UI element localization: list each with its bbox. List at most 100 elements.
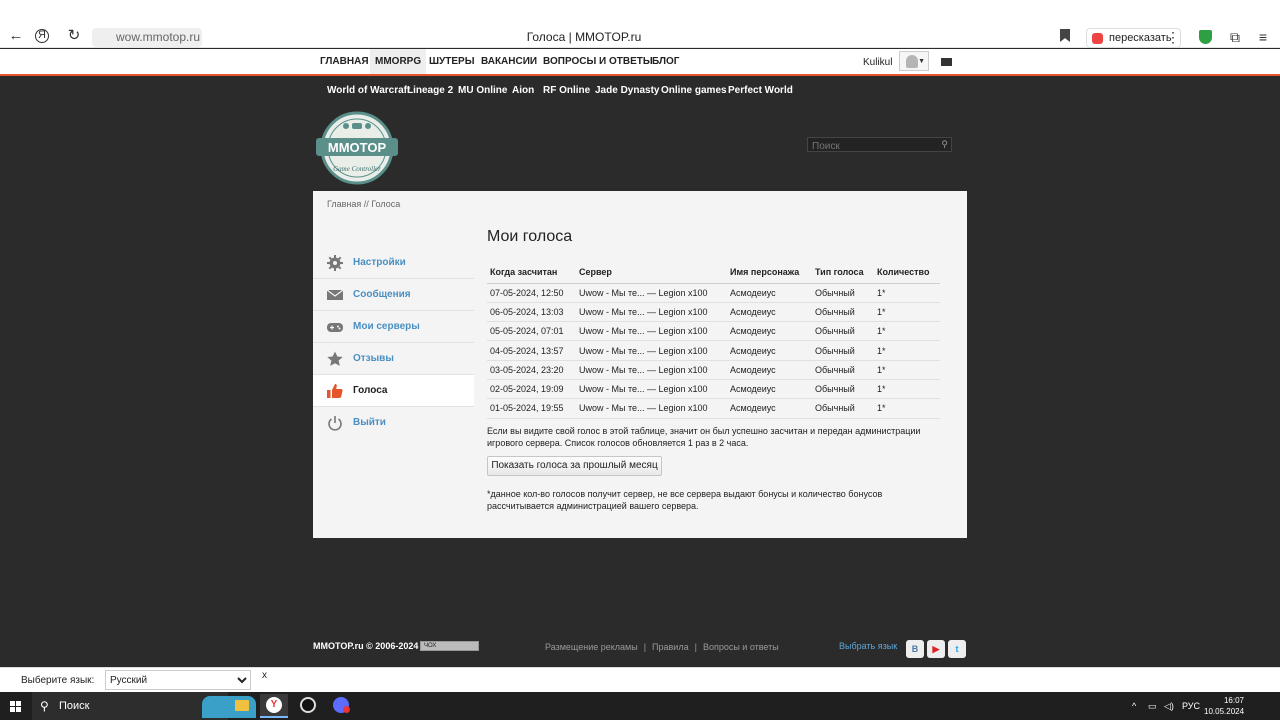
sidebar-item-my-servers[interactable]: Мои серверы <box>313 311 474 343</box>
vote-character: Асмодеиус <box>727 302 812 323</box>
show-last-month-button[interactable]: Показать голоса за прошлый месяц <box>487 456 662 476</box>
game-link-aion[interactable]: Aion <box>512 85 534 96</box>
page-title: Мои голоса <box>487 228 573 245</box>
game-link-mu-online[interactable]: MU Online <box>458 85 507 96</box>
vote-server: Uwow - Мы те... — Legion x100 <box>576 360 727 380</box>
logo-subtext: Game Controller <box>333 165 381 173</box>
footer-link-rules[interactable]: Правила <box>652 642 689 652</box>
vote-server: Uwow - Мы те... — Legion x100 <box>576 340 727 361</box>
app-icon[interactable] <box>294 694 322 718</box>
vote-date: 03-05-2024, 23:20 <box>487 360 576 380</box>
search-input[interactable] <box>808 140 932 153</box>
sidebar-item-label: Настройки <box>353 257 406 268</box>
sidebar-item-logout[interactable]: Выйти <box>313 407 474 439</box>
taskbar-clock[interactable]: 16:07 10.05.2024 <box>1204 695 1244 717</box>
game-link-lineage2[interactable]: Lineage 2 <box>407 85 453 96</box>
vote-server: Uwow - Мы те... — Legion x100 <box>576 302 727 323</box>
sidebar-item-label: Отзывы <box>353 353 394 364</box>
close-icon[interactable]: x <box>262 670 267 681</box>
game-link-wow[interactable]: World of Warcraft <box>327 85 410 96</box>
sidebar-item-votes[interactable]: Голоса <box>313 375 474 407</box>
vote-count: 1* <box>874 283 940 303</box>
avatar-dropdown[interactable]: ▼ <box>899 51 929 71</box>
vote-count: 1* <box>874 302 940 323</box>
power-icon <box>328 416 342 431</box>
youtube-icon[interactable]: ▶ <box>927 640 945 658</box>
mmotop-logo[interactable]: MMOTOP Game Controller <box>314 111 400 185</box>
breadcrumb-separator: // <box>361 199 372 209</box>
taskbar-search[interactable]: ⚲ Поиск <box>32 692 256 720</box>
logo-text: MMOTOP <box>328 140 387 155</box>
shield-icon[interactable] <box>1199 30 1212 44</box>
sidebar-item-label: Голоса <box>353 385 388 396</box>
nav-blog[interactable]: БЛОГ <box>652 49 679 74</box>
vote-date: 04-05-2024, 13:57 <box>487 340 576 361</box>
search-icon[interactable]: ⚲ <box>941 138 948 151</box>
envelope-icon <box>327 289 343 300</box>
sidebar-item-label: Выйти <box>353 417 386 428</box>
game-link-perfect-world[interactable]: Perfect World <box>728 85 793 96</box>
votes-footnote: *данное кол-во голосов получит сервер, н… <box>487 489 883 511</box>
game-link-rf-online[interactable]: RF Online <box>543 85 590 96</box>
content-panel: Главная // Голоса Настройки Сообщения Мо… <box>313 191 967 538</box>
game-nav: World of Warcraft Lineage 2 MU Online Ai… <box>0 78 1280 102</box>
nav-mmorpg[interactable]: MMORPG <box>370 49 427 74</box>
vote-date: 07-05-2024, 12:50 <box>487 283 576 303</box>
breadcrumb-home[interactable]: Главная <box>327 199 361 209</box>
keyboard-language[interactable]: РУС <box>1182 701 1200 711</box>
chevron-up-icon[interactable]: ^ <box>1132 701 1136 711</box>
volume-icon[interactable]: ◁) <box>1164 701 1174 712</box>
vote-date: 01-05-2024, 19:55 <box>487 398 576 419</box>
sidebar-item-label: Мои серверы <box>353 321 420 332</box>
vote-type: Обычный <box>812 340 874 361</box>
translate-label: Выберите язык: <box>21 675 95 686</box>
footer-separator: | <box>694 642 697 652</box>
breadcrumb-current: Голоса <box>371 199 401 209</box>
windows-start-icon[interactable] <box>10 701 21 712</box>
account-sidebar: Настройки Сообщения Мои серверы Отзывы Г… <box>313 247 474 439</box>
sidebar-item-reviews[interactable]: Отзывы <box>313 343 474 375</box>
vote-server: Uwow - Мы те... — Legion x100 <box>576 398 727 419</box>
nav-shooters[interactable]: ШУТЕРЫ <box>429 49 475 74</box>
nav-home[interactable]: ГЛАВНАЯ <box>320 49 369 74</box>
footer-link-faq[interactable]: Вопросы и ответы <box>703 642 779 652</box>
vote-date: 06-05-2024, 13:03 <box>487 302 576 323</box>
vote-count: 1* <box>874 379 940 400</box>
envelope-icon[interactable] <box>941 58 952 66</box>
counter-badge[interactable]: ЧОХ <box>420 641 479 651</box>
vk-icon[interactable]: В <box>906 640 924 658</box>
gear-icon <box>327 255 343 271</box>
vote-character: Асмодеиус <box>727 360 812 380</box>
username-link[interactable]: Kulikul <box>863 57 892 68</box>
column-header: Имя персонажа <box>727 262 812 284</box>
messenger-icon[interactable] <box>327 694 355 718</box>
sidebar-item-settings[interactable]: Настройки <box>313 247 474 279</box>
tab-title: Голоса | MMOTOP.ru <box>526 30 642 44</box>
column-header: Тип голоса <box>812 262 874 284</box>
nav-vacancies[interactable]: ВАКАНСИИ <box>481 49 537 74</box>
kebab-menu-icon[interactable]: ⋮ <box>1164 28 1182 46</box>
file-explorer-icon[interactable] <box>228 694 256 718</box>
nav-faq[interactable]: ВОПРОСЫ И ОТВЕТЫ <box>543 49 653 74</box>
footer-link-ads[interactable]: Размещение рекламы <box>545 642 638 652</box>
game-link-online-games[interactable]: Online games <box>661 85 727 96</box>
browser-toolbar: ← Я ↻ wow.mmotop.ru Голоса | MMOTOP.ru п… <box>0 0 1280 48</box>
yandex-browser-icon[interactable]: Y <box>260 694 288 718</box>
game-link-jade-dynasty[interactable]: Jade Dynasty <box>595 85 659 96</box>
votes-note: Если вы видите свой голос в этой таблице… <box>487 426 921 448</box>
footer-separator: | <box>643 642 647 652</box>
sidebar-item-label: Сообщения <box>353 289 411 300</box>
vote-server: Uwow - Мы те... — Legion x100 <box>576 379 727 400</box>
site-top-nav: ГЛАВНАЯ MMORPG ШУТЕРЫ ВАКАНСИИ ВОПРОСЫ И… <box>0 49 1280 76</box>
search-icon: ⚲ <box>40 699 49 713</box>
table-row: 03-05-2024, 23:20 Uwow - Мы те... — Legio… <box>487 360 940 380</box>
network-icon[interactable]: ▭ <box>1148 701 1157 712</box>
menu-icon[interactable]: ≡ <box>1254 28 1272 46</box>
vote-count: 1* <box>874 321 940 342</box>
twitter-icon[interactable]: t <box>948 640 966 658</box>
language-select[interactable]: Русский <box>105 670 251 690</box>
extensions-icon[interactable]: ⧉ <box>1226 28 1244 46</box>
choose-language-link[interactable]: Выбрать язык <box>839 641 897 651</box>
sidebar-item-messages[interactable]: Сообщения <box>313 279 474 311</box>
vote-character: Асмодеиус <box>727 398 812 419</box>
